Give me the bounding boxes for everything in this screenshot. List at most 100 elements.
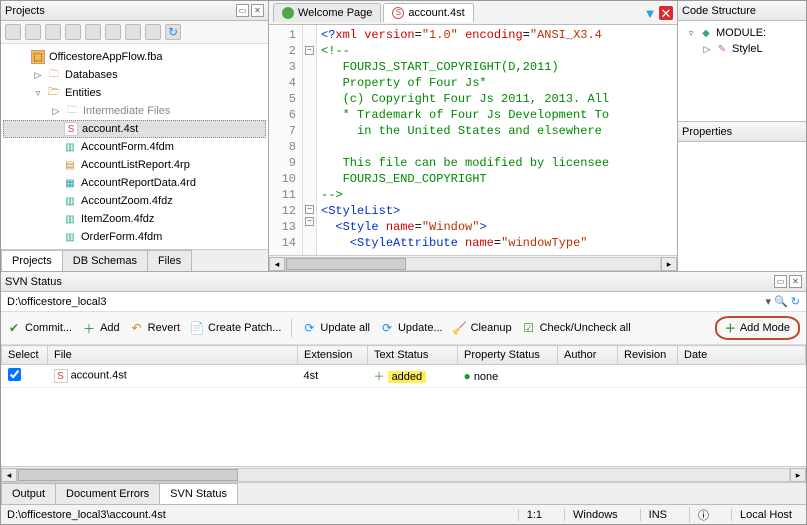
checkall-button[interactable]: ☑Check/Uncheck all: [522, 321, 631, 335]
code-editor[interactable]: 1234567891011121314 − − − <?xml version=…: [269, 25, 677, 255]
cleanup-button[interactable]: 🧹Cleanup: [453, 321, 512, 335]
fold-icon[interactable]: −: [305, 205, 314, 214]
revert-button[interactable]: ↶Revert: [130, 321, 180, 335]
row-checkbox[interactable]: [8, 368, 21, 381]
tab-output[interactable]: Output: [1, 483, 56, 504]
tab-dbschemas[interactable]: DB Schemas: [62, 250, 148, 271]
status-ok-icon: ●: [464, 369, 471, 383]
updateall-button[interactable]: ⟳Update all: [302, 321, 370, 335]
refresh-icon[interactable]: ↻: [791, 295, 800, 308]
fold-icon[interactable]: −: [305, 46, 314, 55]
tab-welcome[interactable]: Welcome Page: [273, 3, 381, 22]
close-file-icon[interactable]: ✕: [659, 6, 673, 20]
commit-button[interactable]: ✔Commit...: [7, 321, 72, 335]
col-text[interactable]: Text Status: [368, 346, 458, 365]
svn-path: D:\officestore_local3: [7, 296, 106, 308]
expander-icon[interactable]: ▿: [686, 28, 696, 38]
tab-file[interactable]: S account.4st: [383, 3, 473, 22]
expander-icon[interactable]: ▷: [702, 44, 712, 54]
update-button[interactable]: ⟳Update...: [380, 321, 443, 335]
scroll-track[interactable]: [285, 257, 661, 271]
scroll-right-icon[interactable]: ▸: [790, 468, 806, 482]
tree-file[interactable]: ▦ AccountReportData.4rd: [3, 174, 266, 192]
addmode-button[interactable]: ＋ Add Mode: [715, 316, 800, 340]
toolbar-icon[interactable]: [25, 24, 41, 40]
col-file[interactable]: File: [48, 346, 298, 365]
row-ext: 4st: [298, 365, 368, 388]
toolbar-icon[interactable]: [105, 24, 121, 40]
tab-label: Welcome Page: [298, 7, 372, 19]
scroll-thumb[interactable]: [286, 258, 406, 270]
projects-close-icon[interactable]: ✕: [251, 4, 264, 17]
cleanup-icon: 🧹: [453, 321, 467, 335]
refresh-icon[interactable]: ↻: [165, 24, 181, 40]
col-prop[interactable]: Property Status: [458, 346, 558, 365]
scroll-track[interactable]: [17, 468, 790, 482]
svn-table[interactable]: Select File Extension Text Status Proper…: [1, 345, 806, 466]
codestructure-tree[interactable]: ▿ ◆ MODULE: ▷ ✎ StyleL: [678, 21, 806, 121]
file-icon: S: [64, 122, 78, 136]
scroll-right-icon[interactable]: ▸: [661, 257, 677, 271]
search-icon[interactable]: 🔍: [774, 295, 788, 308]
tree-databases[interactable]: ▷ 🗀 Databases: [3, 66, 266, 84]
toolbar-icon[interactable]: [85, 24, 101, 40]
fold-icon[interactable]: −: [305, 217, 314, 226]
tab-docerrors[interactable]: Document Errors: [55, 483, 160, 504]
toolbar-icon[interactable]: [145, 24, 161, 40]
tree-entities[interactable]: ▿ 🗁 Entities: [3, 84, 266, 102]
col-author[interactable]: Author: [558, 346, 618, 365]
marker-icon[interactable]: ▼: [643, 6, 657, 20]
module-icon: ◆: [699, 26, 713, 40]
toolbar-icon[interactable]: [45, 24, 61, 40]
expander-icon[interactable]: ▿: [33, 88, 43, 98]
add-button[interactable]: ＋Add: [82, 321, 120, 335]
expander-icon[interactable]: ▷: [33, 70, 43, 80]
tree-label: AccountReportData.4rd: [81, 177, 196, 189]
toolbar-icon[interactable]: [125, 24, 141, 40]
table-row[interactable]: S account.4st 4st ＋ added ● none: [2, 365, 806, 388]
code-area[interactable]: <?xml version="1.0" encoding="ANSI_X3.4<…: [317, 25, 677, 255]
tree-file[interactable]: ▥ ItemZoom.4fdz: [3, 210, 266, 228]
col-rev[interactable]: Revision: [618, 346, 678, 365]
toolbar-icon[interactable]: [5, 24, 21, 40]
globe-icon: [282, 7, 294, 19]
expander-icon[interactable]: ▷: [51, 106, 61, 116]
col-date[interactable]: Date: [678, 346, 806, 365]
editor-hscroll[interactable]: ◂ ▸: [269, 255, 677, 271]
module-label: MODULE:: [716, 27, 766, 39]
fold-gutter[interactable]: − − −: [303, 25, 317, 255]
tab-projects[interactable]: Projects: [1, 250, 63, 271]
svn-toolbar: ✔Commit... ＋Add ↶Revert 📄Create Patch...…: [1, 312, 806, 345]
col-select[interactable]: Select: [2, 346, 48, 365]
scroll-left-icon[interactable]: ◂: [269, 257, 285, 271]
projects-dock-icon[interactable]: ▭: [236, 4, 249, 17]
tree-file[interactable]: ▥ OrderForm.4fdm: [3, 228, 266, 246]
tree-label: ItemZoom.4fdz: [81, 213, 154, 225]
tree-root[interactable]: ⬚ OfficestoreAppFlow.fba: [3, 48, 266, 66]
toolbar-icon[interactable]: [65, 24, 81, 40]
status-info-icon[interactable]: ⓘ: [689, 507, 717, 523]
tab-svnstatus[interactable]: SVN Status: [159, 483, 238, 504]
tab-files[interactable]: Files: [147, 250, 192, 271]
svn-hscroll[interactable]: ◂ ▸: [1, 466, 806, 482]
tree-file[interactable]: ▥ AccountForm.4fdm: [3, 138, 266, 156]
tree-file-account[interactable]: S account.4st: [3, 120, 266, 138]
tree-intermediate[interactable]: ▷ 🗀 Intermediate Files: [3, 102, 266, 120]
row-file: account.4st: [71, 370, 127, 382]
patch-button[interactable]: 📄Create Patch...: [190, 321, 281, 335]
projects-toolbar: ↻: [1, 21, 268, 44]
scroll-thumb[interactable]: [18, 469, 238, 481]
status-ins[interactable]: INS: [640, 509, 675, 521]
svn-dock-icon[interactable]: ▭: [774, 275, 787, 288]
tree-file[interactable]: ▤ AccountListReport.4rp: [3, 156, 266, 174]
scroll-left-icon[interactable]: ◂: [1, 468, 17, 482]
revert-icon: ↶: [130, 321, 144, 335]
tree-label: AccountForm.4fdm: [81, 141, 174, 153]
tree-file[interactable]: ▥ AccountZoom.4fdz: [3, 192, 266, 210]
svn-close-icon[interactable]: ✕: [789, 275, 802, 288]
plus-icon: ＋: [374, 371, 385, 383]
projects-tree[interactable]: ⬚ OfficestoreAppFlow.fba ▷ 🗀 Databases ▿…: [1, 44, 268, 249]
tree-label: OfficestoreAppFlow.fba: [49, 51, 163, 63]
dropdown-icon[interactable]: ▾: [766, 295, 772, 308]
col-ext[interactable]: Extension: [298, 346, 368, 365]
